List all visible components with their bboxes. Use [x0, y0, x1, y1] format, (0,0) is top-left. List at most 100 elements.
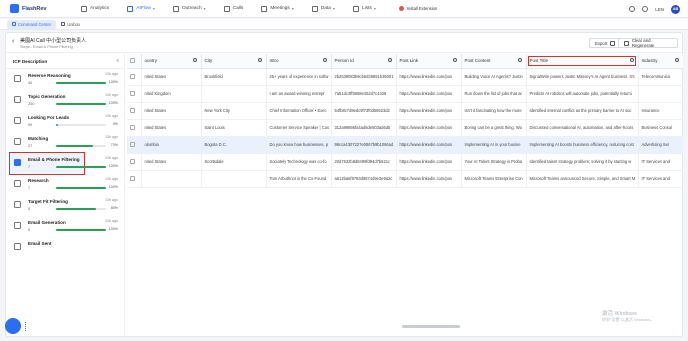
table-cell[interactable]: Saint Louis — [201, 119, 267, 137]
table-row[interactable]: nited States Brookfield 25+ years of exper… — [127, 68, 683, 86]
nav-item-lists[interactable]: Lists ▾ — [344, 0, 385, 18]
column-header-post-content[interactable]: Post Content — [461, 54, 527, 69]
step-research[interactable]: Research 7 13h ago 100% — [6, 174, 124, 195]
step-topic-generation[interactable]: Topic Generation 200 13h ago 100% — [6, 90, 124, 111]
tab-unibox[interactable]: Unibox — [56, 20, 85, 29]
row-checkbox[interactable] — [130, 107, 135, 113]
select-all-checkbox[interactable] — [130, 57, 135, 63]
column-search-icon[interactable] — [452, 58, 457, 62]
table-row[interactable]: nited States New York City Chief Informati… — [127, 102, 683, 120]
step-target-fit-filtering[interactable]: Target Fit Filtering 5 13h ago 80% — [6, 195, 124, 216]
table-cell[interactable]: SignalWire powers Justin Massey's AI Age… — [526, 68, 639, 86]
table-cell[interactable]: https://www.linkedin.com/pos — [396, 153, 462, 171]
table-cell[interactable] — [638, 85, 683, 103]
table-cell[interactable]: Business Consul — [638, 119, 683, 137]
column-header-post-title[interactable]: Post Title — [526, 54, 639, 69]
row-checkbox[interactable] — [130, 90, 135, 96]
table-cell[interactable]: 20d7632b8d8499fd94d7b621c — [331, 153, 397, 171]
table-cell[interactable]: nited States — [141, 119, 202, 137]
column-search-icon[interactable] — [257, 58, 262, 62]
avatar[interactable]: AB — [671, 4, 680, 14]
table-cell[interactable]: Bogota D.C. — [201, 136, 267, 154]
table-cell[interactable]: Your AI Talent Strategy is Proba — [461, 153, 527, 171]
install-extension-link[interactable]: Install Extension — [398, 6, 437, 11]
table-cell[interactable]: Implementing AI boosts business efficien… — [526, 136, 639, 154]
table-cell[interactable]: Discussed conversational AI, automation,… — [526, 119, 639, 137]
table-cell[interactable]: https://www.linkedin.com/pos — [396, 119, 462, 137]
language-selector[interactable]: LEN — [655, 7, 664, 12]
help-icon[interactable] — [642, 6, 649, 12]
table-cell[interactable]: Identified internal conflict as the prim… — [526, 102, 639, 120]
nav-item-calls[interactable]: Calls — [215, 0, 253, 18]
table-cell[interactable]: Scottsdale — [201, 153, 267, 171]
table-cell[interactable]: Identified talent strategy problem; solv… — [526, 153, 639, 171]
column-search-icon[interactable] — [674, 58, 679, 62]
step-email-phone-filtering[interactable]: Email & Phone Filtering 7 13h ago 100% — [9, 152, 118, 175]
column-header-industry[interactable]: Industry — [638, 54, 683, 69]
table-cell[interactable]: 312a99895fa4ad6de503ad6d5 — [331, 119, 397, 137]
step-reverse-reasoning[interactable]: Reverse Reasoning 40 13h ago 100% — [6, 69, 124, 90]
table-cell[interactable]: Microsoft Teams announced Secure, Simple… — [526, 170, 639, 188]
step-email-generation[interactable]: Email Generation 5 13h ago 100% — [6, 216, 124, 237]
nav-item-data[interactable]: Data ▾ — [303, 0, 344, 18]
table-row[interactable]: Tom Arbuthnot is the Co-Found a612ba6f978… — [127, 170, 683, 188]
horizontal-scrollbar[interactable] — [402, 325, 460, 328]
table-cell[interactable]: https://www.linkedin.com/pos — [396, 68, 462, 86]
nav-item-analytics[interactable]: Analytics — [72, 0, 118, 18]
drag-handle-icon[interactable] — [25, 322, 28, 331]
table-cell[interactable]: nited States — [141, 68, 202, 86]
table-cell[interactable]: olombia — [141, 136, 202, 154]
table-cell[interactable]: Brookfield — [201, 68, 267, 86]
table-cell[interactable]: Microsoft Teams Enterprise Con — [461, 170, 527, 188]
table-row[interactable]: nited States Scottsdale Sociately Technolo… — [127, 153, 683, 171]
table-cell[interactable]: nited States — [141, 153, 202, 171]
table-cell[interactable]: nited States — [141, 102, 202, 120]
table-cell[interactable]: Telecommunica — [638, 68, 683, 86]
table-row[interactable]: nited Kingdom I am an award-winning entre… — [127, 85, 683, 103]
table-cell[interactable] — [201, 170, 267, 188]
table-cell[interactable]: Run down the list of jobs that ar — [461, 85, 527, 103]
table-cell[interactable]: 54fb8c7d9edc9f73f0d56523d2 — [331, 102, 397, 120]
collapse-icon[interactable]: « — [116, 58, 119, 64]
table-cell[interactable]: IT Services and — [638, 170, 683, 188]
table-cell[interactable]: https://www.linkedin.com/pos — [396, 85, 462, 103]
table-cell[interactable]: Customer Service Speaker | Cus — [266, 119, 332, 137]
table-cell[interactable]: Tom Arbuthnot is the Co-Found — [266, 170, 332, 188]
row-checkbox[interactable] — [130, 73, 135, 79]
row-checkbox[interactable] — [130, 141, 135, 147]
table-cell[interactable]: Predicts AI robotics will automate jobs,… — [526, 85, 639, 103]
table-cell[interactable]: 2b2539083b9cb5d36891b36001 — [331, 68, 397, 86]
row-checkbox[interactable] — [130, 175, 135, 181]
table-cell[interactable]: I am an award-winning entrepr — [266, 85, 332, 103]
table-cell[interactable]: Chief Information Officer • Exec — [266, 102, 332, 120]
clear-regenerate-button[interactable]: Clear and Regenerate — [618, 38, 678, 48]
table-cell[interactable] — [201, 85, 267, 103]
table-cell[interactable]: nited Kingdom — [141, 85, 202, 103]
column-search-icon[interactable] — [322, 58, 327, 62]
table-cell[interactable] — [141, 170, 202, 188]
column-search-icon[interactable] — [517, 58, 522, 62]
table-cell[interactable]: 7a51dc3ff9858e452d7c4329 — [331, 85, 397, 103]
table-row[interactable]: olombia Bogota D.C. Do you know how busine… — [127, 136, 683, 154]
nav-item-outreach[interactable]: Outreach ▾ — [164, 0, 215, 18]
column-header-ountry[interactable]: ountry — [141, 54, 202, 69]
table-cell[interactable]: a612ba6f9783d9574d9e3e9a2c — [331, 170, 397, 188]
nav-item-aiflow[interactable]: AIFlow ▾ — [118, 0, 164, 18]
export-button[interactable]: Export — [589, 38, 622, 48]
step-looking-for-leads[interactable]: Looking For Leads 90 13h ago 4% — [6, 111, 124, 132]
table-cell[interactable]: 25+ years of experience in softw — [266, 68, 332, 86]
notification-icon[interactable] — [629, 6, 636, 12]
tab-command-center[interactable]: Command Center — [7, 19, 57, 29]
column-header-city[interactable]: City — [201, 54, 267, 69]
app-logo[interactable]: FlashRev — [10, 4, 68, 13]
column-search-icon[interactable] — [192, 58, 197, 62]
table-cell[interactable]: https://www.linkedin.com/pos — [396, 170, 462, 188]
row-checkbox[interactable] — [130, 158, 135, 164]
back-arrow-icon[interactable]: ‹ — [12, 38, 14, 45]
table-cell[interactable]: IT Services and — [638, 153, 683, 171]
table-cell[interactable]: Isn't it fascinating how the more — [461, 102, 527, 120]
table-cell[interactable]: 99cca4307227e0867b9b1066ad — [331, 136, 397, 154]
column-header-person-id[interactable]: Person Id — [331, 54, 397, 69]
table-cell[interactable]: Do you know how businesses, p — [266, 136, 332, 154]
table-cell[interactable]: Advertising Ser — [638, 136, 683, 154]
